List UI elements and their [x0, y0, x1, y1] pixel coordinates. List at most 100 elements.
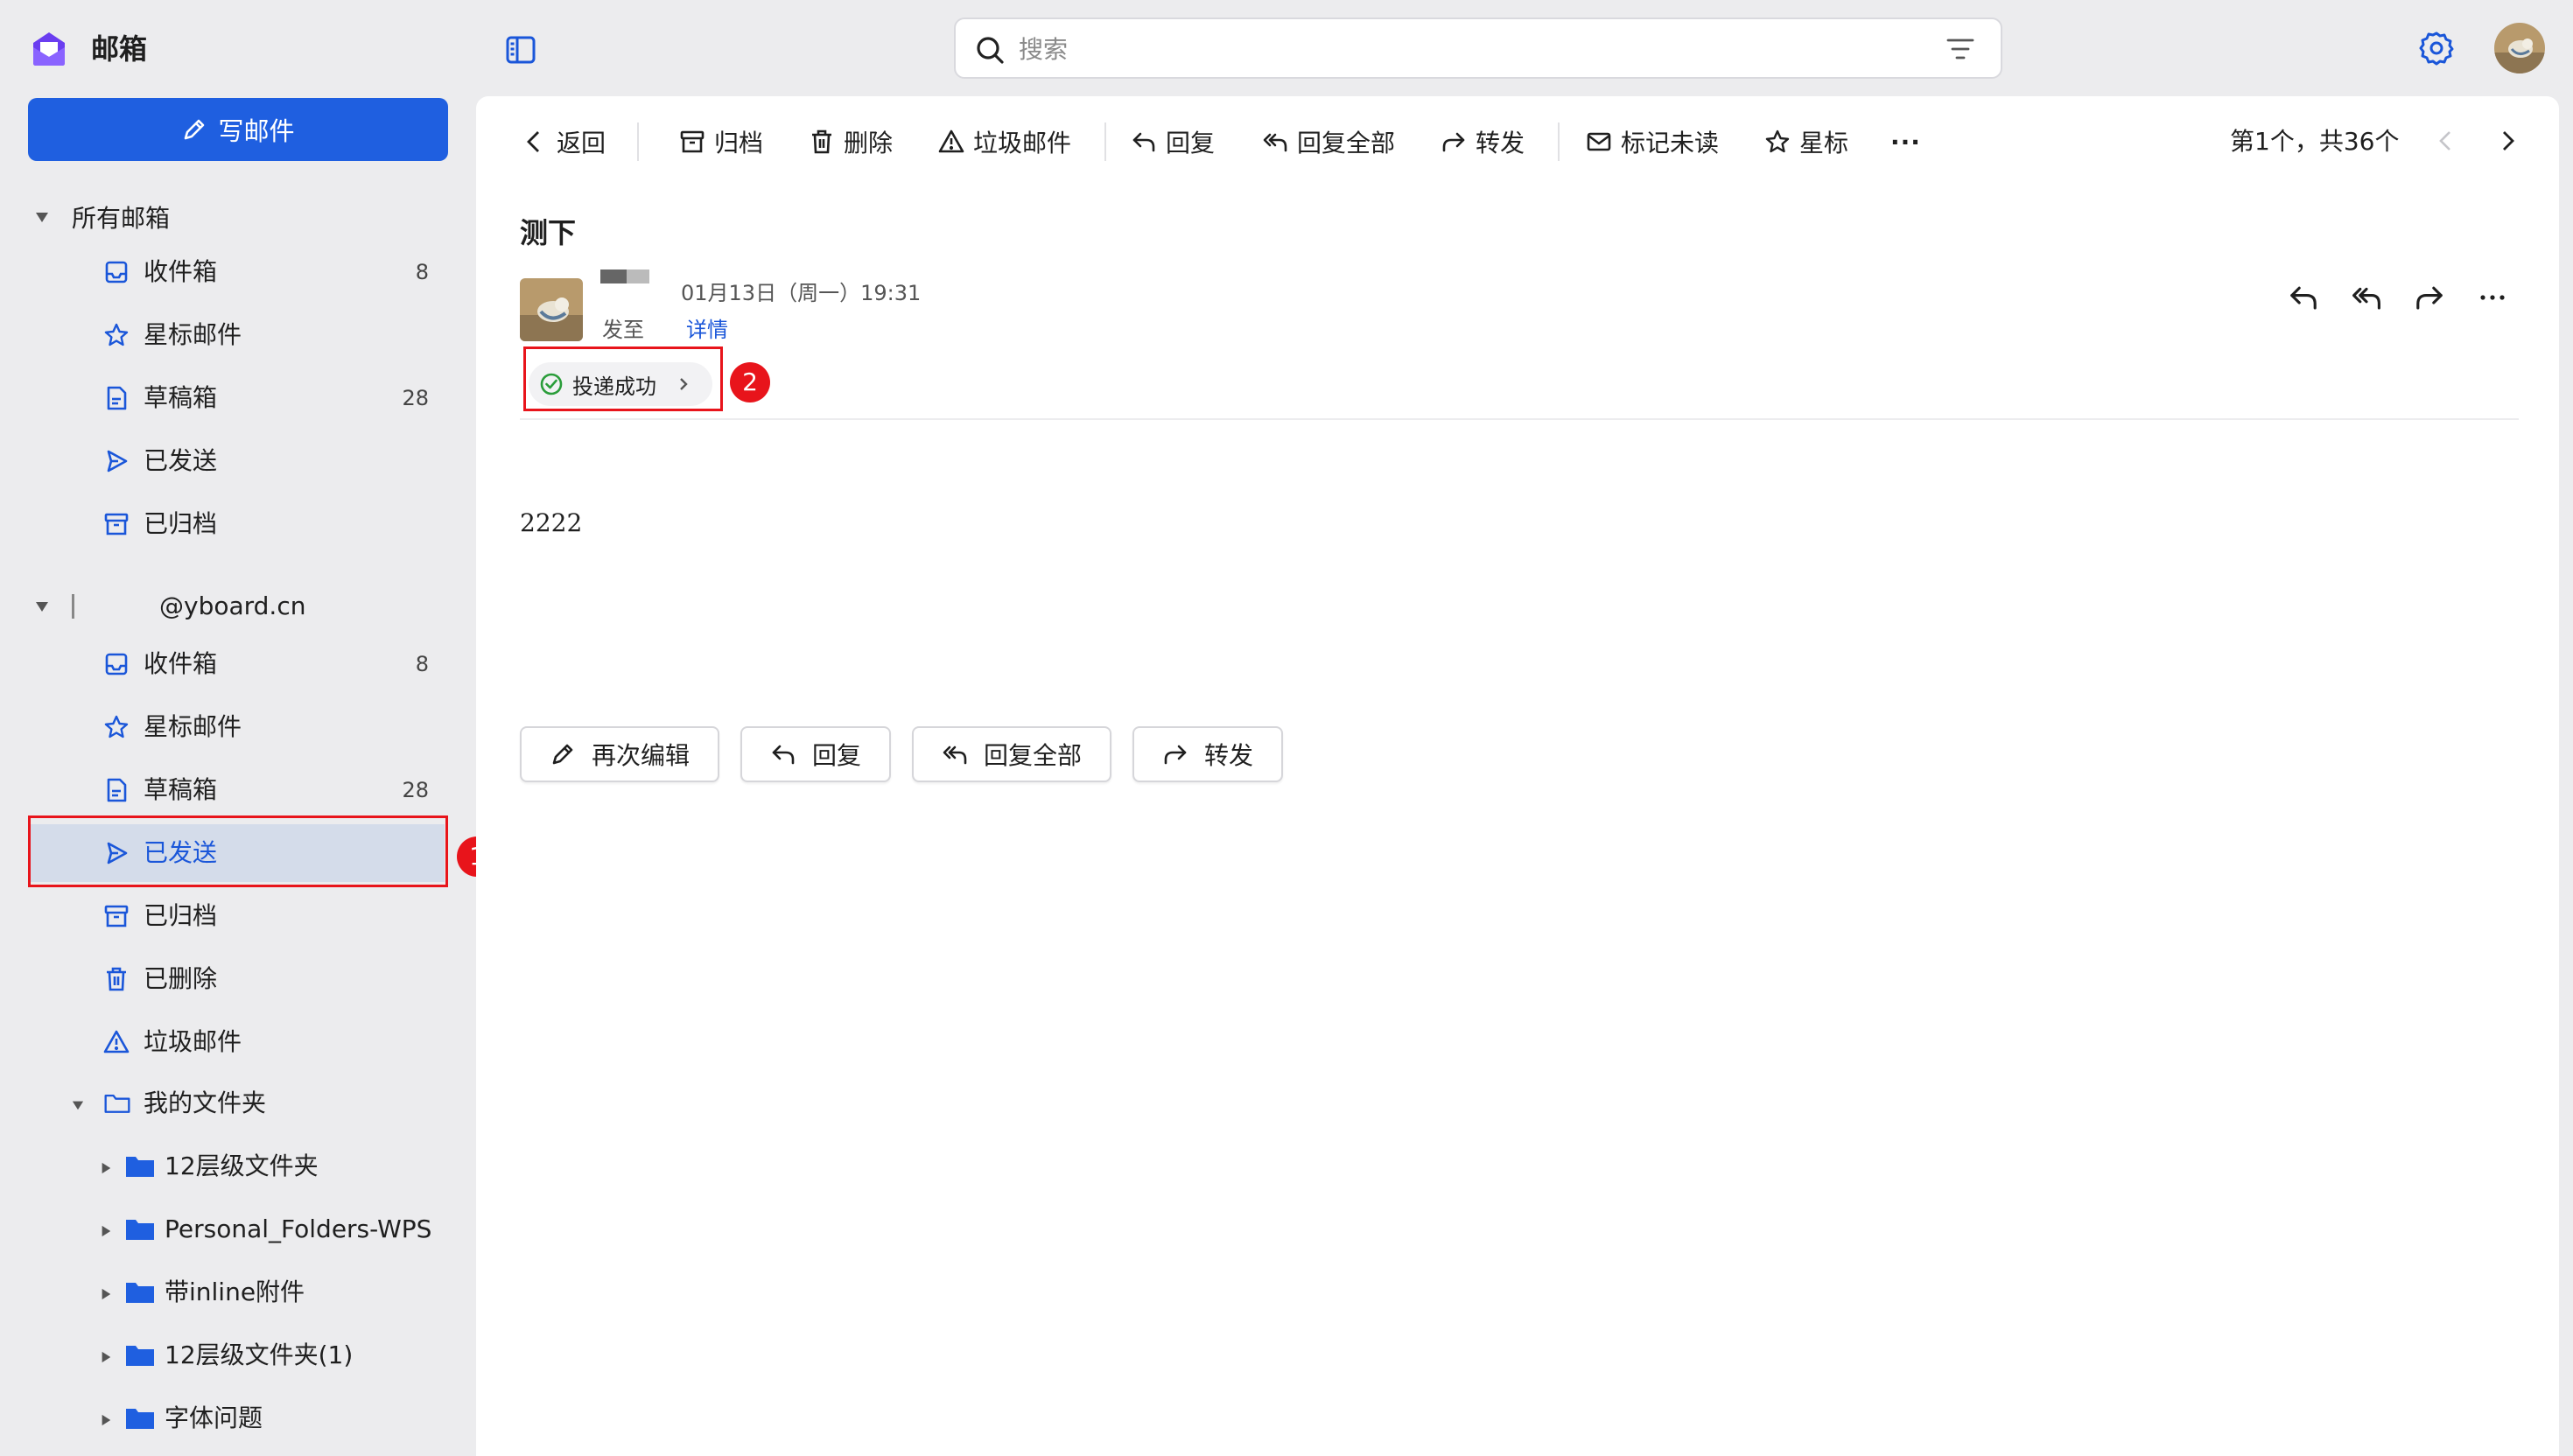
trash-icon: [107, 967, 126, 991]
sidebar-item-label: 已归档: [144, 901, 218, 930]
sidebar-item-label: 草稿箱: [144, 775, 218, 804]
toolbar-divider: [1104, 122, 1106, 161]
group-all-mailboxes[interactable]: 所有邮箱: [35, 200, 170, 234]
unread-count: 8: [415, 652, 429, 676]
caret-down-icon: [36, 213, 48, 222]
sidebar-item-archived-all[interactable]: 已归档: [30, 495, 445, 553]
sidebar-item-label: 已发送: [144, 446, 218, 475]
forward-bottom-button[interactable]: 转发: [1132, 726, 1283, 782]
sidebar-item-starred[interactable]: 星标邮件: [30, 698, 445, 756]
edit-again-button[interactable]: 再次编辑: [520, 726, 719, 782]
app-title: 邮箱: [91, 32, 148, 66]
sidebar-item-drafts-all[interactable]: 草稿箱 28: [30, 369, 445, 427]
folder-item[interactable]: 12层级文件夹(1): [30, 1330, 445, 1382]
spam-label: 垃圾邮件: [973, 129, 1072, 158]
sent-to-label: 发至: [602, 318, 644, 342]
filter-icon[interactable]: [1946, 37, 1974, 61]
reply-all-icon: [1263, 133, 1287, 152]
sender-avatar[interactable]: [520, 278, 583, 341]
edit-again-label: 再次编辑: [591, 741, 690, 770]
draft-icon: [107, 386, 127, 410]
folder-item[interactable]: Personal_Folders-WPS: [30, 1204, 445, 1256]
delete-button[interactable]: 删除: [809, 121, 893, 163]
folder-icon: [126, 1220, 154, 1240]
user-avatar[interactable]: [2494, 23, 2545, 74]
archive-icon: [104, 513, 129, 536]
sidebar-my-folders[interactable]: 我的文件夹: [30, 1078, 445, 1130]
chevron-left-icon[interactable]: [2433, 128, 2459, 154]
warning-icon: [103, 1030, 130, 1054]
folder-item[interactable]: 带inline附件: [30, 1267, 445, 1320]
chevron-right-icon[interactable]: [2494, 128, 2520, 154]
search-bar: [954, 18, 2002, 79]
pencil-icon: [552, 744, 573, 765]
sidebar-item-inbox[interactable]: 收件箱 8: [30, 635, 445, 693]
star-icon: [104, 715, 129, 738]
reply-icon[interactable]: [2288, 282, 2319, 313]
envelope-icon: [1587, 132, 1611, 151]
mail-timestamp: 01月13日（周一）19:31: [681, 281, 922, 305]
folder-label: 字体问题: [165, 1404, 263, 1432]
sidebar-item-inbox-all[interactable]: 收件箱 8: [30, 243, 445, 301]
pager-text: 第1个，共36个: [2230, 127, 2400, 156]
more-icon: ···: [1890, 127, 1921, 157]
trash-icon: [812, 130, 831, 154]
search-input[interactable]: [1019, 28, 1894, 70]
caret-right-icon: [102, 1225, 111, 1237]
reply-all-button[interactable]: 回复全部: [1262, 121, 1395, 163]
more-options-button[interactable]: ···: [1890, 121, 1921, 163]
mark-unread-button[interactable]: 标记未读: [1586, 121, 1719, 163]
more-icon[interactable]: [2477, 282, 2508, 313]
reply-label: 回复: [811, 741, 861, 770]
reply-bottom-button[interactable]: 回复: [740, 726, 891, 782]
sidebar-item-spam[interactable]: 垃圾邮件: [30, 1013, 445, 1071]
mail-body: 2222: [520, 508, 583, 537]
sidebar-item-label: 草稿箱: [144, 383, 218, 412]
reply-all-icon[interactable]: [2351, 282, 2382, 313]
details-link[interactable]: 详情: [686, 315, 728, 345]
sidebar-toggle-icon[interactable]: [504, 33, 537, 66]
annotation-highlight-delivery: [523, 346, 723, 411]
folder-item[interactable]: 12层级文件夹: [30, 1141, 445, 1194]
caret-down-icon: [72, 1101, 84, 1110]
sidebar-item-drafts[interactable]: 草稿箱 28: [30, 761, 445, 819]
reply-button[interactable]: 回复: [1131, 121, 1215, 163]
forward-button[interactable]: 转发: [1441, 121, 1525, 163]
caret-down-icon: [36, 601, 48, 612]
reply-icon: [772, 745, 795, 765]
group-label: 所有邮箱: [72, 204, 171, 233]
folder-label: 12层级文件夹: [165, 1152, 319, 1180]
annotation-marker-2: 2: [730, 362, 770, 402]
draft-count: 28: [402, 386, 429, 410]
inbox-icon: [105, 261, 128, 284]
sidebar-item-starred-all[interactable]: 星标邮件: [30, 306, 445, 364]
archive-button[interactable]: 归档: [679, 121, 763, 163]
sidebar-item-sent-all[interactable]: 已发送: [30, 432, 445, 490]
star-icon: [104, 323, 129, 346]
star-icon: [1765, 130, 1790, 153]
group-account[interactable]: @yboard.cn: [35, 592, 305, 620]
redacted-account-name: [72, 593, 156, 619]
spam-button[interactable]: 垃圾邮件: [938, 121, 1071, 163]
caret-right-icon: [102, 1414, 111, 1426]
sidebar-item-label: 已归档: [144, 509, 218, 538]
compose-button[interactable]: 写邮件: [28, 98, 448, 161]
compose-label: 写邮件: [218, 116, 295, 146]
back-button[interactable]: 返回: [522, 121, 606, 163]
star-button[interactable]: 星标: [1764, 121, 1848, 163]
caret-right-icon: [102, 1351, 111, 1363]
delete-label: 删除: [844, 129, 894, 158]
forward-icon: [1164, 745, 1187, 765]
settings-gear-icon[interactable]: [2419, 31, 2454, 66]
forward-icon[interactable]: [2414, 282, 2445, 313]
sidebar-item-label: 垃圾邮件: [144, 1027, 242, 1056]
sidebar-item-label: 已删除: [144, 964, 218, 993]
caret-right-icon: [102, 1288, 111, 1300]
sidebar-item-deleted[interactable]: 已删除: [30, 950, 445, 1008]
folder-outline-icon: [104, 1094, 130, 1113]
folder-icon: [126, 1157, 154, 1177]
sidebar-item-archived[interactable]: 已归档: [30, 887, 445, 945]
forward-label: 转发: [1476, 129, 1525, 158]
reply-all-bottom-button[interactable]: 回复全部: [912, 726, 1111, 782]
folder-item[interactable]: 字体问题: [30, 1393, 445, 1446]
